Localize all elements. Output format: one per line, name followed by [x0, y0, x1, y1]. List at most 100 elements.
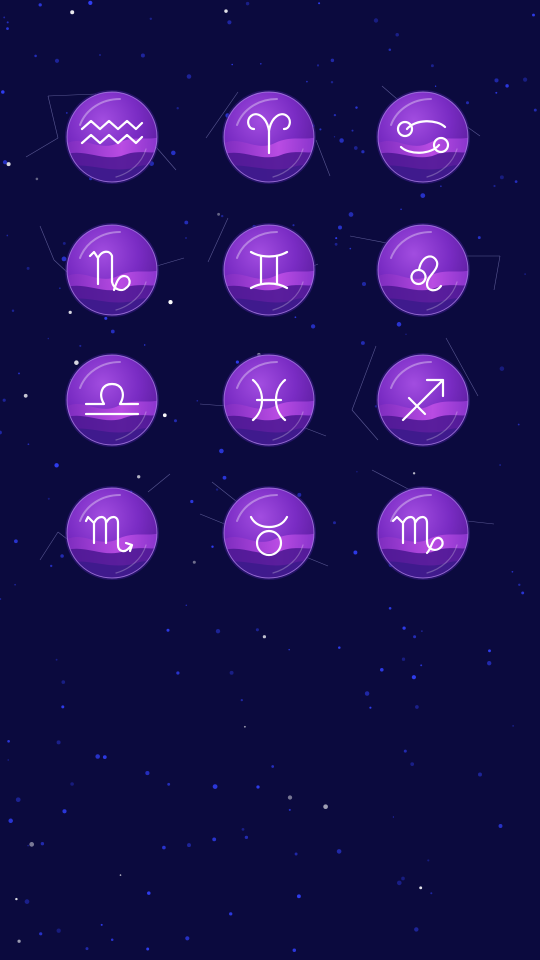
pisces-orb-button[interactable]: [221, 352, 317, 448]
star: [70, 10, 75, 15]
star: [339, 138, 344, 143]
star: [217, 212, 221, 216]
star: [288, 808, 291, 811]
star: [185, 604, 188, 606]
libra-orb-button[interactable]: [64, 352, 160, 448]
aries-orb-button[interactable]: [221, 89, 317, 185]
star: [333, 521, 336, 525]
star: [14, 583, 16, 586]
star: [17, 939, 21, 943]
star: [405, 333, 407, 335]
star: [361, 150, 365, 154]
star: [255, 628, 259, 632]
scorpio-orb-button[interactable]: [64, 485, 160, 581]
star: [411, 675, 416, 680]
star: [360, 341, 365, 345]
star: [137, 475, 141, 479]
gemini-orb: [222, 223, 316, 317]
star: [95, 754, 100, 759]
leo-orb-button[interactable]: [375, 222, 471, 318]
pisces-orb: [222, 353, 316, 447]
star: [221, 214, 224, 218]
sagittarius-orb-button[interactable]: [375, 352, 471, 448]
star: [505, 84, 509, 88]
star: [517, 423, 520, 426]
star: [310, 324, 316, 329]
star: [18, 372, 20, 375]
star: [243, 725, 246, 728]
star: [140, 53, 145, 58]
star: [85, 947, 89, 951]
star: [162, 845, 166, 850]
star: [364, 691, 370, 696]
star: [395, 32, 399, 37]
star: [100, 923, 103, 926]
star: [512, 725, 514, 727]
star: [318, 2, 321, 5]
star: [420, 193, 426, 198]
gemini-orb-button[interactable]: [221, 222, 317, 318]
star: [499, 366, 505, 371]
virgo-orb-button[interactable]: [375, 485, 471, 581]
star: [26, 266, 30, 270]
star: [185, 936, 190, 941]
star: [8, 818, 13, 824]
star: [24, 899, 30, 904]
star: [430, 892, 433, 895]
star: [3, 16, 6, 19]
star: [351, 129, 354, 132]
star: [222, 475, 227, 480]
star: [61, 705, 65, 709]
star: [413, 635, 417, 639]
star: [415, 705, 419, 709]
star: [15, 797, 21, 803]
star: [171, 150, 176, 156]
star: [244, 835, 249, 840]
star: [6, 234, 9, 237]
star: [336, 849, 342, 854]
star: [47, 337, 50, 340]
star: [356, 470, 358, 473]
star: [499, 175, 504, 180]
star: [11, 309, 15, 312]
star: [241, 828, 245, 831]
star: [348, 212, 354, 217]
aquarius-orb: [65, 90, 159, 184]
star: [353, 146, 358, 150]
star: [143, 344, 146, 346]
sagittarius-orb: [376, 353, 470, 447]
star: [373, 18, 379, 23]
star: [174, 419, 177, 423]
star: [2, 160, 8, 165]
star: [419, 886, 423, 890]
star: [40, 842, 45, 846]
star: [421, 630, 423, 632]
leo-orb: [376, 223, 470, 317]
star: [167, 782, 171, 786]
star: [184, 236, 188, 240]
constellation-line: [351, 345, 377, 411]
cancer-orb-button[interactable]: [375, 89, 471, 185]
star: [2, 398, 6, 402]
star: [380, 668, 384, 672]
star: [61, 680, 66, 684]
star: [369, 706, 372, 709]
star: [388, 606, 392, 610]
star: [7, 739, 10, 743]
capricorn-orb-button[interactable]: [64, 222, 160, 318]
aquarius-orb-button[interactable]: [64, 89, 160, 185]
star: [50, 564, 53, 568]
star: [306, 80, 308, 83]
star: [102, 755, 107, 759]
taurus-orb-button[interactable]: [221, 485, 317, 581]
star: [403, 749, 407, 753]
star: [338, 646, 341, 649]
star: [338, 225, 342, 230]
star: [15, 897, 18, 901]
star: [330, 58, 335, 63]
star: [287, 795, 293, 800]
star: [192, 560, 196, 564]
star: [27, 844, 29, 847]
star: [330, 80, 334, 84]
star: [229, 912, 233, 916]
